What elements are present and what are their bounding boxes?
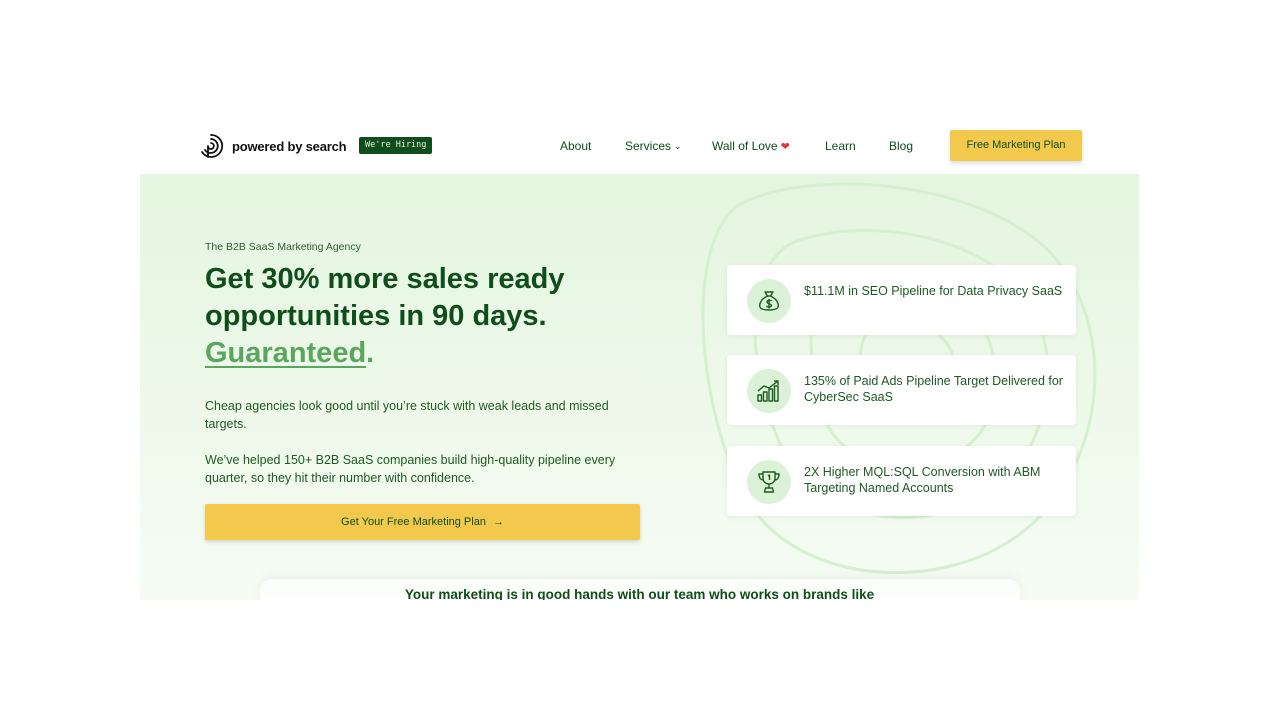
nav-blog[interactable]: Blog: [889, 136, 913, 156]
result-card-text: 2X Higher MQL:SQL Conversion with ABM Ta…: [804, 465, 1041, 495]
hero-paragraph-2: We’ve helped 150+ B2B SaaS companies bui…: [205, 453, 616, 485]
trophy-icon: [747, 460, 791, 504]
result-card: $11.1M in SEO Pipeline for Data Privacy …: [727, 265, 1076, 335]
nav-services[interactable]: Services ⌄: [625, 136, 682, 156]
money-bag-icon: [747, 279, 791, 323]
heart-icon: ❤: [780, 141, 790, 153]
result-card-text: $11.1M in SEO Pipeline for Data Privacy …: [804, 284, 1063, 298]
trust-heading: Your marketing is in good hands with our…: [404, 587, 875, 600]
site-header: powered by search We're Hiring About Ser…: [140, 118, 1139, 174]
hero-paragraph-1: Cheap agencies look good until you’re st…: [205, 399, 609, 431]
hero-eyebrow: The B2B SaaS Marketing Agency: [205, 241, 361, 253]
result-card: 2X Higher MQL:SQL Conversion with ABM Ta…: [727, 446, 1076, 516]
nav-wall-of-love-label: Wall of Love: [712, 139, 778, 153]
get-free-marketing-plan-button[interactable]: Get Your Free Marketing Plan →: [205, 504, 640, 540]
cta-label: Get Your Free Marketing Plan: [341, 516, 486, 528]
logo[interactable]: powered by search: [197, 132, 347, 160]
hero-headline: Get 30% more sales ready opportunities i…: [205, 261, 635, 372]
nav-wall-of-love[interactable]: Wall of Love ❤: [712, 136, 790, 156]
chevron-down-icon: ⌄: [674, 141, 682, 151]
arrow-right-icon: →: [492, 516, 504, 528]
logo-text: powered by search: [232, 138, 347, 154]
logo-mark-icon: [201, 134, 224, 158]
hiring-badge[interactable]: We're Hiring: [359, 137, 433, 154]
hero-headline-text: Get 30% more sales ready opportunities i…: [205, 263, 565, 332]
hero-section: The B2B SaaS Marketing Agency Get 30% mo…: [140, 174, 1139, 600]
result-card: 135% of Paid Ads Pipeline Target Deliver…: [727, 355, 1076, 425]
page-frame: powered by search We're Hiring About Ser…: [140, 118, 1139, 600]
nav-learn[interactable]: Learn: [825, 136, 856, 156]
nav-about[interactable]: About: [560, 136, 591, 156]
hero-headline-period: .: [366, 337, 375, 369]
result-card-text: 135% of Paid Ads Pipeline Target Deliver…: [804, 374, 1063, 404]
hero-headline-emphasis: Guaranteed: [205, 337, 367, 369]
free-marketing-plan-button[interactable]: Free Marketing Plan: [950, 130, 1082, 161]
growth-chart-icon: [747, 369, 791, 413]
nav-services-label: Services: [625, 139, 672, 153]
